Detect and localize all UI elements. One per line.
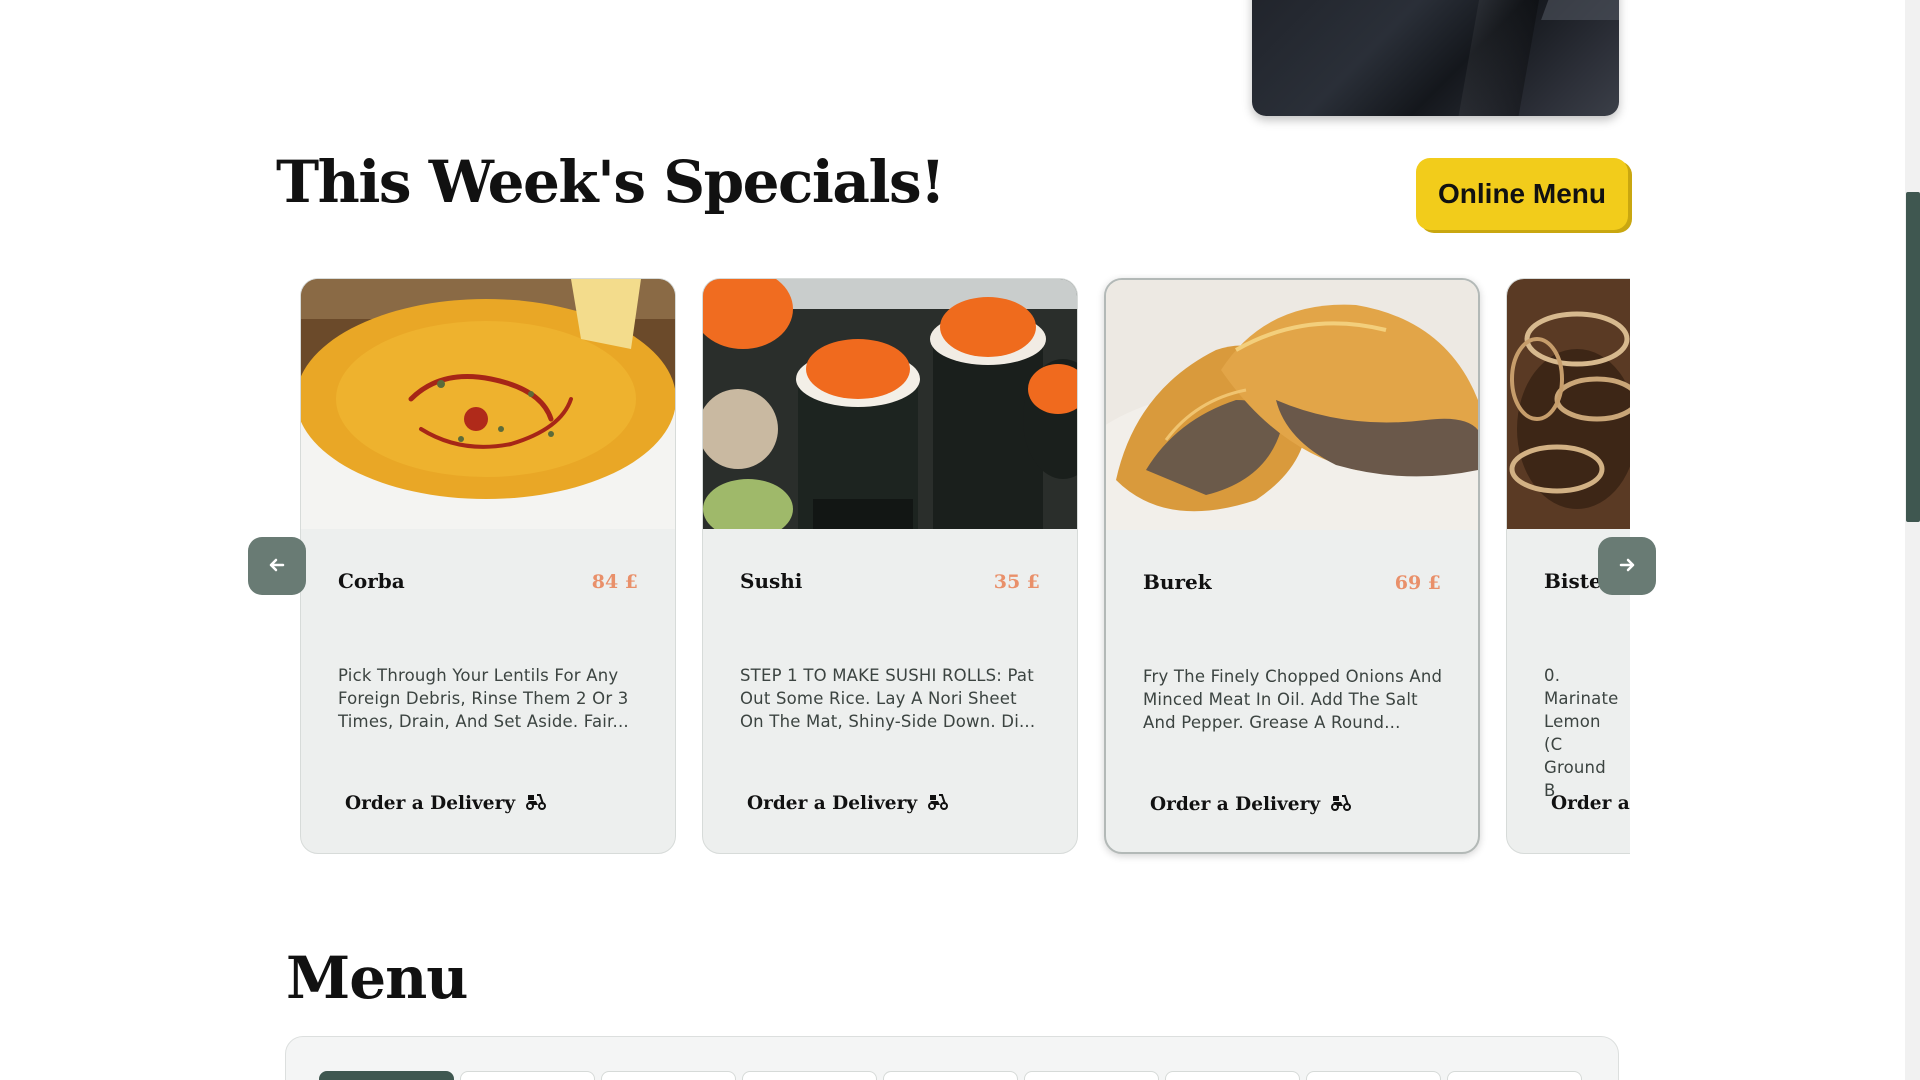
arrow-right-icon [1617, 555, 1637, 578]
menu-tab[interactable] [1447, 1071, 1582, 1080]
menu-tab[interactable] [742, 1071, 877, 1080]
menu-title: Menu [286, 944, 468, 1012]
special-card-corba[interactable]: Corba 84 £ Pick Through Your Lentils For… [300, 278, 676, 854]
scrollbar-thumb[interactable] [1906, 192, 1920, 522]
order-delivery-label: Order a Delivery [747, 793, 918, 814]
menu-panel [285, 1036, 1619, 1080]
card-image-burek [1106, 280, 1478, 530]
page: This Week's Specials! Online Menu Corba … [0, 0, 1920, 1080]
card-image-sushi [703, 279, 1077, 529]
card-name: Sushi [740, 569, 803, 593]
scrollbar-track[interactable] [1905, 0, 1920, 1080]
order-delivery-label: Order a Delivery [1551, 793, 1630, 814]
card-name: Corba [338, 569, 405, 593]
card-image-bistek [1507, 279, 1630, 529]
card-description: Fry The Finely Chopped Onions And Minced… [1143, 667, 1443, 732]
order-delivery-link[interactable]: Order a Delivery [1551, 792, 1630, 815]
card-name: Burek [1143, 570, 1212, 594]
menu-tab[interactable] [1024, 1071, 1159, 1080]
menu-tab[interactable] [1165, 1071, 1300, 1080]
order-delivery-link[interactable]: Order a Delivery [747, 792, 949, 815]
menu-tab[interactable] [883, 1071, 1018, 1080]
card-image-corba [301, 279, 675, 529]
menu-tab[interactable] [319, 1071, 454, 1080]
card-description: Pick Through Your Lentils For Any Foreig… [338, 666, 629, 731]
specials-title: This Week's Specials! [276, 148, 946, 216]
carousel-prev-button[interactable] [248, 537, 306, 595]
arrow-left-icon [267, 555, 287, 578]
card-price: 35 £ [993, 571, 1040, 593]
carousel-next-button[interactable] [1598, 537, 1656, 595]
order-delivery-label: Order a Delivery [345, 793, 516, 814]
card-price: 84 £ [591, 571, 638, 593]
card-price: 69 £ [1394, 572, 1441, 594]
online-menu-button[interactable]: Online Menu [1416, 158, 1628, 230]
order-delivery-link[interactable]: Order a Delivery [345, 792, 547, 815]
card-description: 0. Marinate Lemon (C Ground B [1544, 666, 1619, 800]
specials-carousel: Corba 84 £ Pick Through Your Lentils For… [300, 274, 1630, 870]
special-card-sushi[interactable]: Sushi 35 £ STEP 1 TO MAKE SUSHI ROLLS: P… [702, 278, 1078, 854]
card-description: STEP 1 TO MAKE SUSHI ROLLS: Pat Out Some… [740, 666, 1036, 731]
order-delivery-link[interactable]: Order a Delivery [1150, 793, 1352, 816]
scooter-icon [1330, 793, 1352, 816]
scooter-icon [927, 792, 949, 815]
menu-tab[interactable] [460, 1071, 595, 1080]
order-delivery-label: Order a Delivery [1150, 794, 1321, 815]
menu-tab[interactable] [601, 1071, 736, 1080]
hero-image [1252, 0, 1619, 116]
menu-tab[interactable] [1306, 1071, 1441, 1080]
scooter-icon [525, 792, 547, 815]
special-card-burek[interactable]: Burek 69 £ Fry The Finely Chopped Onions… [1104, 278, 1480, 854]
